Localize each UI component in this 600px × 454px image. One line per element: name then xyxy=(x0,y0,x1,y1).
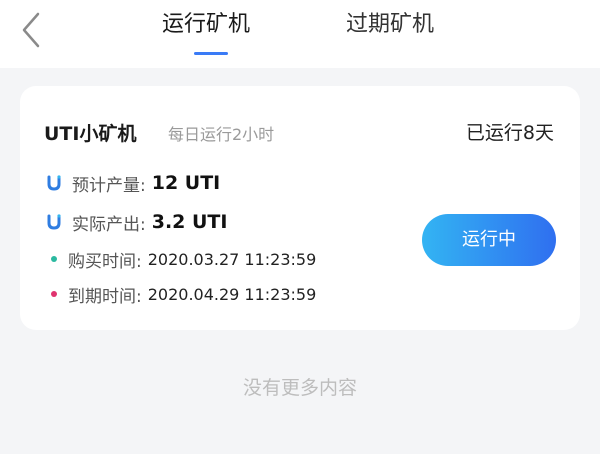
purchase-time-label: 购买时间: xyxy=(68,251,142,272)
actual-output-label: 实际产出: xyxy=(72,214,146,235)
purchase-time-row: 购买时间: 2020.03.27 11:23:59 xyxy=(44,246,316,272)
green-dot-icon xyxy=(51,256,57,262)
actual-output-row: 实际产出: 3.2 UTI xyxy=(44,209,227,235)
active-tab-indicator xyxy=(194,52,228,55)
uti-logo-icon xyxy=(47,214,61,230)
elapsed-days: 已运行8天 xyxy=(465,122,554,144)
back-button[interactable] xyxy=(14,10,48,50)
top-nav-bar: 运行矿机 过期矿机 xyxy=(0,0,600,68)
miner-card: UTI小矿机 每日运行2小时 已运行8天 预计产量: 12 UTI 实际产出: … xyxy=(20,86,580,330)
expire-dot-wrap xyxy=(44,284,64,304)
purchase-dot-wrap xyxy=(44,249,64,269)
expire-time-row: 到期时间: 2020.04.29 11:23:59 xyxy=(44,281,316,307)
expected-output-value: 12 UTI xyxy=(151,172,221,194)
no-more-content-text: 没有更多内容 xyxy=(242,377,357,399)
purchase-time-value: 2020.03.27 11:23:59 xyxy=(147,249,317,269)
expected-output-label: 预计产量: xyxy=(72,175,146,196)
running-status-button[interactable]: 运行中 xyxy=(422,214,556,266)
red-dot-icon xyxy=(51,291,57,297)
expire-time-label: 到期时间: xyxy=(68,286,142,307)
chevron-left-icon xyxy=(22,12,40,48)
uti-logo-icon xyxy=(47,175,61,191)
expected-output-row: 预计产量: 12 UTI xyxy=(44,170,220,196)
actual-output-value: 3.2 UTI xyxy=(151,211,228,233)
tab-running-miners[interactable]: 运行矿机 xyxy=(162,10,250,40)
tab-expired-miners[interactable]: 过期矿机 xyxy=(346,10,434,40)
expire-time-value: 2020.04.29 11:23:59 xyxy=(147,284,317,304)
miner-schedule: 每日运行2小时 xyxy=(168,125,275,144)
miner-name: UTI小矿机 xyxy=(44,123,137,145)
